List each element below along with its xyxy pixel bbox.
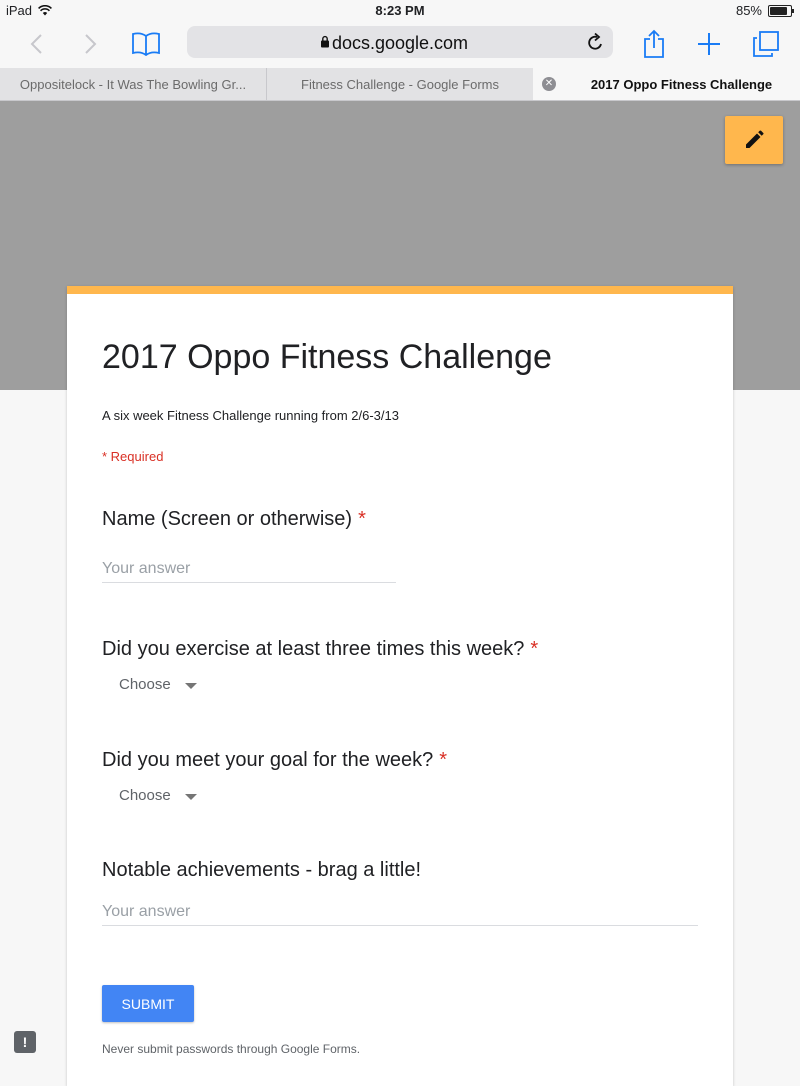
tab-label: Oppositelock - It Was The Bowling Gr... — [19, 76, 247, 92]
form-description: A six week Fitness Challenge running fro… — [102, 408, 399, 423]
tabs-icon — [753, 31, 779, 57]
question-label: Name (Screen or otherwise) — [102, 508, 353, 530]
tab-oppo-fitness-challenge[interactable]: 2017 Oppo Fitness Challenge — [533, 68, 800, 100]
required-note: * Required — [102, 449, 164, 464]
tab-oppositelock[interactable]: Oppositelock - It Was The Bowling Gr... — [0, 68, 266, 100]
reload-button[interactable] — [585, 31, 605, 58]
pencil-icon — [746, 130, 764, 148]
required-asterisk: * — [358, 508, 366, 530]
name-input[interactable]: Your answer — [102, 560, 396, 583]
question-label: Notable achievements - brag a little! — [102, 859, 422, 881]
chevron-left-icon — [30, 34, 42, 54]
tabs-overview-button[interactable] — [748, 26, 784, 62]
question-label: Did you meet your goal for the week? — [102, 749, 434, 771]
dropdown-value: Choose — [119, 676, 171, 693]
question-name-title: Name (Screen or otherwise) * — [102, 508, 366, 531]
dropdown-value: Choose — [119, 787, 171, 804]
chevron-right-icon — [85, 34, 97, 54]
close-tab-icon[interactable]: ✕ — [542, 77, 556, 91]
new-tab-button[interactable] — [691, 26, 727, 62]
tab-label: 2017 Oppo Fitness Challenge — [590, 76, 773, 92]
battery-fill — [770, 6, 787, 15]
share-button[interactable] — [636, 26, 672, 62]
report-feedback-icon[interactable]: ! — [14, 1031, 36, 1053]
submit-button[interactable]: SUBMIT — [102, 985, 194, 1022]
tab-fitness-challenge-forms[interactable]: Fitness Challenge - Google Forms — [267, 68, 533, 100]
required-asterisk: * — [530, 638, 539, 660]
question-achievements-title: Notable achievements - brag a little! — [102, 859, 421, 882]
tab-label: Fitness Challenge - Google Forms — [301, 76, 499, 92]
exercise-dropdown[interactable]: Choose — [119, 676, 197, 693]
reload-icon — [588, 32, 602, 50]
caret-down-icon — [184, 793, 197, 800]
status-right: 85% — [735, 3, 794, 18]
question-exercise-title: Did you exercise at least three times th… — [102, 638, 538, 661]
battery-percent: 85% — [735, 3, 762, 18]
browser-toolbar: docs.google.com — [0, 22, 800, 68]
bookmarks-button[interactable] — [128, 26, 164, 62]
book-icon — [132, 32, 160, 56]
back-button[interactable] — [18, 26, 54, 62]
plus-icon — [698, 33, 720, 55]
battery-icon — [768, 4, 794, 17]
achievements-input[interactable]: Your answer — [102, 903, 698, 926]
tab-bar: Oppositelock - It Was The Bowling Gr... … — [0, 68, 800, 101]
share-icon — [644, 29, 664, 58]
goal-dropdown[interactable]: Choose — [119, 787, 197, 804]
caret-down-icon — [184, 682, 197, 689]
url-bar[interactable]: docs.google.com — [187, 26, 613, 58]
status-bar: iPad 8:23 PM 85% — [0, 0, 800, 22]
question-goal-title: Did you meet your goal for the week? * — [102, 749, 447, 772]
forward-button[interactable] — [73, 26, 109, 62]
password-warning: Never submit passwords through Google Fo… — [102, 1042, 361, 1056]
edit-button[interactable] — [725, 116, 783, 164]
required-asterisk: * — [439, 749, 448, 771]
status-time: 8:23 PM — [375, 3, 425, 18]
question-label: Did you exercise at least three times th… — [102, 638, 525, 660]
url-text: docs.google.com — [331, 33, 469, 53]
form-title: 2017 Oppo Fitness Challenge — [102, 338, 552, 376]
form-card: 2017 Oppo Fitness Challenge A six week F… — [67, 286, 733, 1086]
